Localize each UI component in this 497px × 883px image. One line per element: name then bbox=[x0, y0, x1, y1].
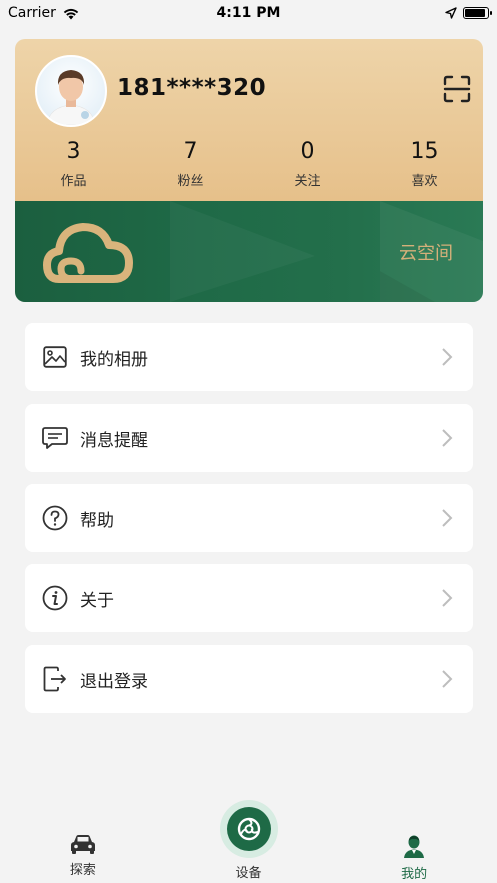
stat-label: 关注 bbox=[294, 174, 321, 189]
chevron-right-icon bbox=[442, 589, 453, 607]
avatar-person-icon bbox=[46, 70, 96, 125]
stat-likes[interactable]: 15 喜欢 bbox=[366, 139, 483, 189]
help-icon bbox=[42, 505, 68, 531]
cloud-banner[interactable]: 云空间 bbox=[15, 201, 483, 302]
chevron-right-icon bbox=[442, 429, 453, 447]
cloud-space-link[interactable]: 云空间 bbox=[399, 239, 453, 265]
device-icon bbox=[237, 817, 261, 841]
menu-label: 退出登录 bbox=[80, 671, 148, 692]
user-icon bbox=[404, 835, 425, 858]
stat-fans[interactable]: 7 粉丝 bbox=[132, 139, 249, 189]
menu-item-help[interactable]: 帮助 bbox=[25, 484, 473, 552]
wifi-icon bbox=[63, 8, 79, 19]
battery-icon bbox=[463, 7, 492, 19]
menu-item-logout[interactable]: 退出登录 bbox=[25, 645, 473, 713]
chevron-right-icon bbox=[442, 670, 453, 688]
cloud-icon bbox=[43, 223, 133, 283]
stat-value: 3 bbox=[66, 139, 81, 164]
chevron-right-icon bbox=[442, 348, 453, 366]
stat-label: 喜欢 bbox=[411, 174, 438, 189]
status-bar: Carrier 4:11 PM bbox=[0, 0, 497, 26]
stats-row: 3 作品 7 粉丝 0 关注 15 喜欢 bbox=[15, 139, 483, 189]
menu-item-messages[interactable]: 消息提醒 bbox=[25, 404, 473, 472]
stat-label: 作品 bbox=[60, 174, 87, 189]
scan-icon[interactable] bbox=[443, 75, 471, 103]
carrier-label: Carrier bbox=[8, 5, 56, 21]
stat-value: 15 bbox=[410, 139, 439, 164]
stat-label: 粉丝 bbox=[177, 174, 204, 189]
stat-following[interactable]: 0 关注 bbox=[249, 139, 366, 189]
menu-item-album[interactable]: 我的相册 bbox=[25, 323, 473, 391]
stat-value: 7 bbox=[183, 139, 198, 164]
menu-label: 消息提醒 bbox=[80, 430, 148, 451]
chevron-right-icon bbox=[442, 509, 453, 527]
avatar[interactable] bbox=[35, 55, 107, 127]
info-icon bbox=[42, 585, 68, 611]
location-arrow-icon bbox=[445, 7, 457, 19]
menu-label: 我的相册 bbox=[80, 349, 148, 370]
device-center-button[interactable] bbox=[220, 800, 278, 858]
menu-label: 帮助 bbox=[80, 510, 114, 531]
stat-value: 0 bbox=[300, 139, 315, 164]
logout-icon bbox=[42, 666, 68, 692]
username: 181****320 bbox=[117, 75, 267, 101]
album-icon bbox=[42, 344, 68, 370]
menu-label: 关于 bbox=[80, 590, 114, 611]
profile-card: 181****320 3 作品 7 粉丝 0 关注 15 喜欢 云空间 bbox=[15, 39, 483, 302]
message-icon bbox=[42, 425, 68, 451]
menu-item-about[interactable]: 关于 bbox=[25, 564, 473, 632]
device-tab-label: 设备 bbox=[235, 866, 262, 881]
profile-header: 181****320 3 作品 7 粉丝 0 关注 15 喜欢 bbox=[15, 39, 483, 201]
stat-works[interactable]: 3 作品 bbox=[15, 139, 132, 189]
car-icon bbox=[70, 835, 95, 854]
